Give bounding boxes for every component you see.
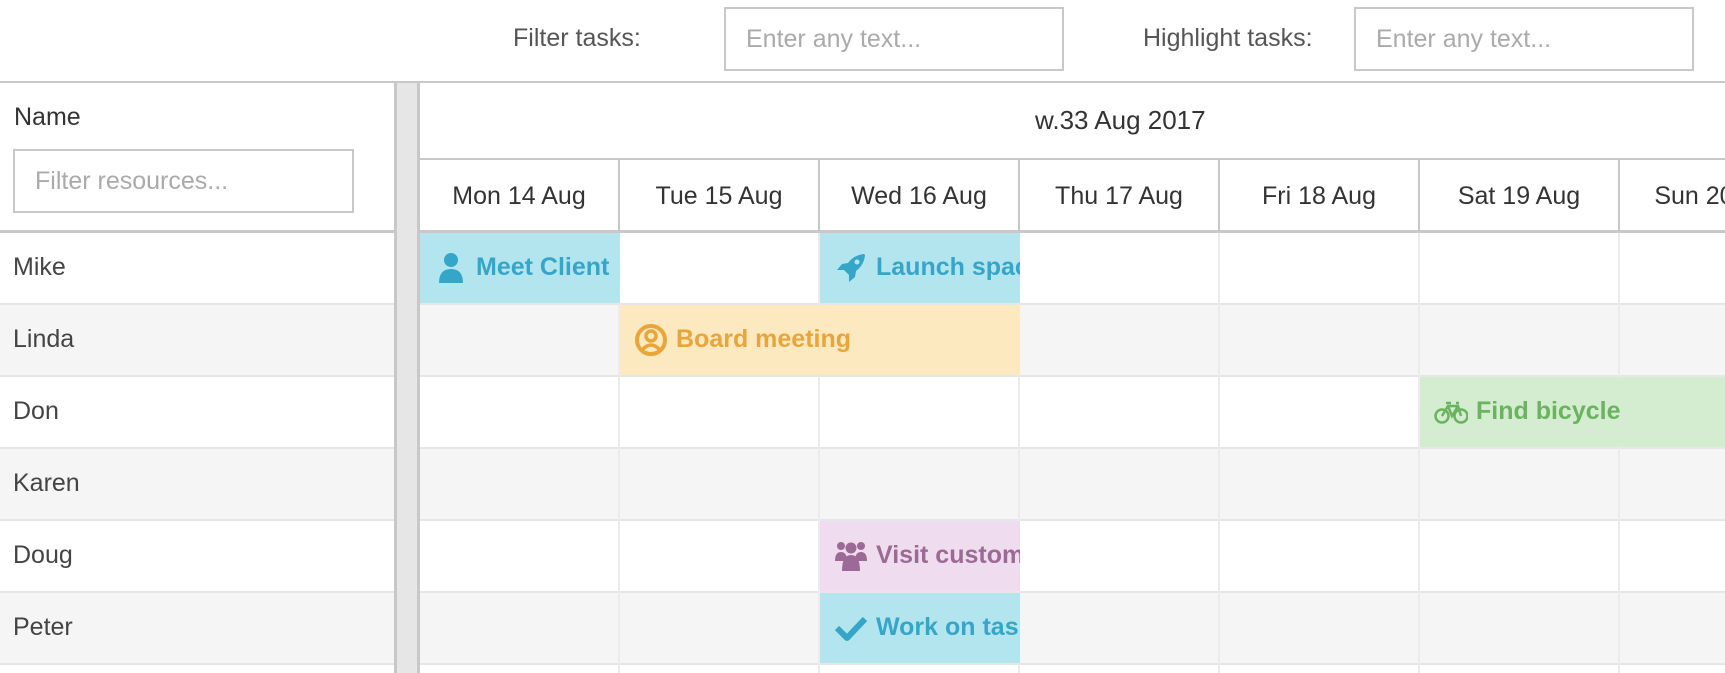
day-header-cell: Tue 15 Aug: [620, 160, 820, 230]
event-label: Visit customer: [876, 541, 1020, 569]
event-bar[interactable]: Launch spaceship: [820, 233, 1020, 303]
resource-header: Name: [0, 83, 394, 233]
resource-row[interactable]: Doug: [0, 521, 394, 593]
day-header-cell: Fri 18 Aug: [1220, 160, 1420, 230]
week-label: w.33 Aug 2017: [1035, 105, 1206, 135]
schedule-panel: w.33 Aug 2017 Mon 14 Aug Tue 15 Aug Wed 16…: [420, 83, 1725, 673]
event-bar[interactable]: Board meeting: [620, 305, 1020, 375]
filter-resources-input[interactable]: [13, 149, 354, 213]
resource-name: Peter: [13, 613, 73, 641]
day-column-line: [1418, 233, 1420, 673]
event-bar[interactable]: Visit customer: [820, 521, 1020, 591]
day-header: Mon 14 Aug Tue 15 Aug Wed 16 Aug Thu 17 Aug…: [420, 160, 1725, 233]
week-header: w.33 Aug 2017: [420, 83, 1725, 160]
resource-name: Doug: [13, 541, 73, 569]
event-label: Meet Client: [476, 253, 610, 281]
resource-name: Karen: [13, 469, 80, 497]
check-icon: [834, 611, 868, 645]
event-label: Find bicycle: [1476, 397, 1621, 425]
resource-name: Mike: [13, 253, 66, 281]
day-column-line: [1218, 233, 1220, 673]
day-header-cell: Sat 19 Aug: [1420, 160, 1620, 230]
day-header-cell: Wed 16 Aug: [820, 160, 1020, 230]
event-bar[interactable]: Meet Client: [420, 233, 620, 303]
resource-name: Don: [13, 397, 59, 425]
event-bar[interactable]: Find bicycle: [1420, 377, 1725, 447]
filter-tasks-label: Filter tasks:: [513, 24, 641, 52]
day-column-line: [1618, 233, 1620, 673]
user-icon: [434, 251, 468, 285]
day-header-cell: Mon 14 Aug: [420, 160, 620, 230]
event-label: Board meeting: [676, 325, 852, 353]
resource-row[interactable]: Peter: [0, 593, 394, 665]
resource-name: Linda: [13, 325, 75, 353]
day-header-cell: Sun 20 Aug: [1620, 160, 1725, 230]
highlight-tasks-input[interactable]: [1354, 7, 1694, 71]
toolbar: Filter tasks: Highlight tasks:: [0, 0, 1725, 83]
panel-splitter[interactable]: [394, 83, 420, 673]
event-label: Work on tasks: [876, 613, 1020, 641]
event-bar[interactable]: Work on tasks: [820, 593, 1020, 663]
schedule-row[interactable]: [420, 449, 1725, 521]
day-header-cell: Thu 17 Aug: [1020, 160, 1220, 230]
resource-row[interactable]: Mike: [0, 233, 394, 305]
resource-row[interactable]: Don: [0, 377, 394, 449]
name-column-header[interactable]: Name: [14, 103, 81, 132]
schedule-row[interactable]: [420, 305, 1725, 377]
schedule-row[interactable]: [420, 593, 1725, 665]
schedule-row[interactable]: [420, 521, 1725, 593]
user-circle-icon: [634, 323, 668, 357]
filter-tasks-input[interactable]: [724, 7, 1064, 71]
event-label: Launch spaceship: [876, 253, 1020, 281]
resource-row[interactable]: Linda: [0, 305, 394, 377]
rocket-icon: [834, 251, 868, 285]
highlight-tasks-label: Highlight tasks:: [1143, 24, 1313, 52]
resource-row[interactable]: Karen: [0, 449, 394, 521]
users-icon: [834, 539, 868, 573]
bicycle-icon: [1434, 395, 1469, 429]
resource-panel: Name Mike Linda Don Karen Doug Peter: [0, 83, 394, 673]
